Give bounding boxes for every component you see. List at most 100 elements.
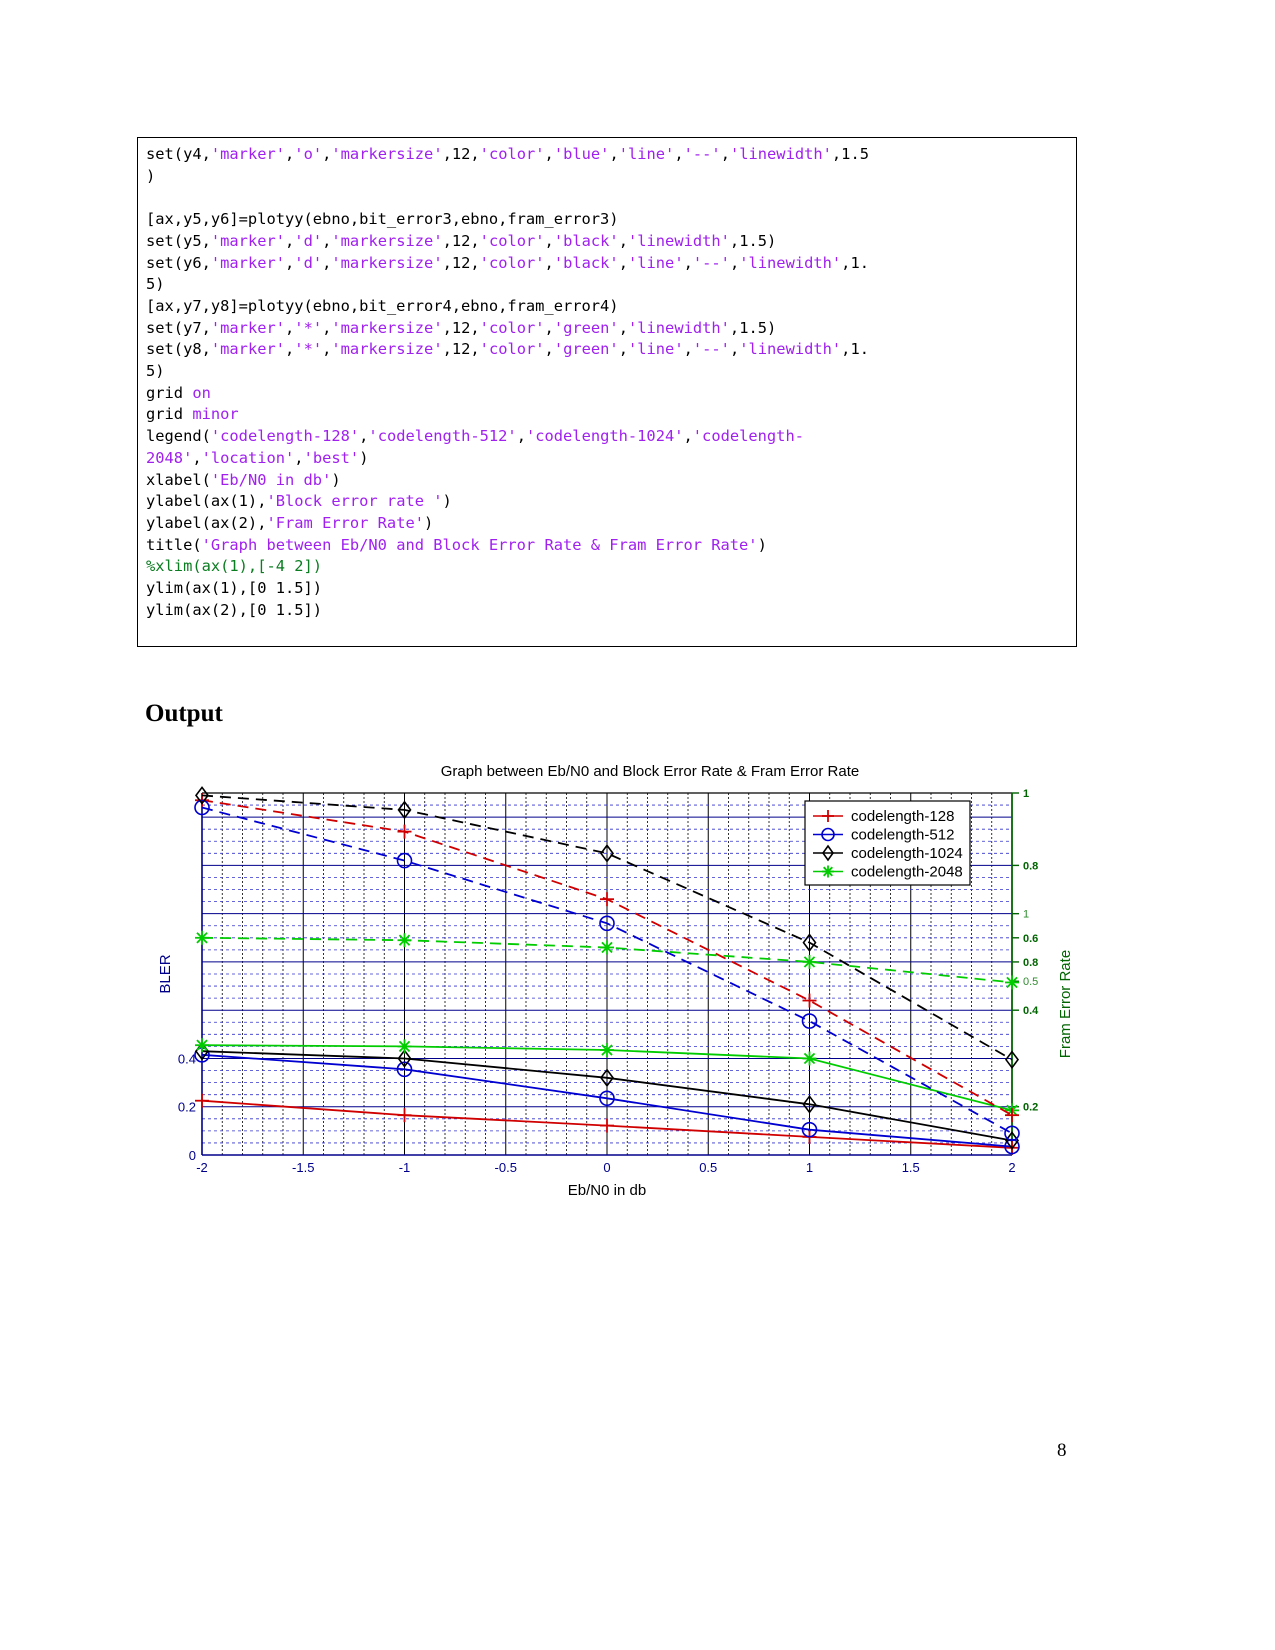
- code-token: ,: [285, 145, 295, 163]
- code-token: 'o': [294, 145, 323, 163]
- x-axis-tick-label: -2: [196, 1160, 208, 1175]
- code-token: set(y5,: [146, 231, 211, 250]
- series-marker: [1005, 975, 1019, 990]
- code-token: grid: [146, 383, 193, 402]
- code-token: '--': [692, 340, 730, 359]
- code-token: '*': [294, 340, 323, 359]
- code-token: 'd': [294, 231, 323, 250]
- code-token: ,: [729, 340, 740, 359]
- code-token: ,: [609, 145, 619, 163]
- code-token: ,: [683, 340, 693, 359]
- code-token: 'line': [627, 340, 684, 359]
- code-token: 5): [146, 275, 165, 294]
- code-token: ,: [322, 253, 332, 272]
- code-token: %xlim(ax(1),[-4 2]): [146, 557, 323, 576]
- series-marker: [195, 1093, 209, 1108]
- code-listing-text: set(y4,'marker','o','markersize',12,'col…: [146, 144, 1068, 621]
- code-token: 'marker': [210, 253, 286, 272]
- code-token: ,: [544, 253, 554, 272]
- code-token: ): [757, 535, 767, 554]
- legend-label: codelength-2048: [851, 864, 963, 881]
- code-token: 'markersize': [331, 318, 443, 337]
- code-token: 'location': [201, 448, 295, 467]
- right-axis-tick-label: 1: [1023, 788, 1029, 800]
- y-axis-tick-label: 0: [189, 1148, 196, 1163]
- code-token: ,1.5: [831, 145, 869, 163]
- y-axis-label: BLER: [157, 954, 174, 993]
- series-marker: [195, 930, 209, 945]
- code-token: 'color': [479, 231, 545, 250]
- code-token: 'codelength-1024': [525, 427, 684, 446]
- legend-label: codelength-512: [851, 827, 954, 844]
- code-token: title(: [146, 535, 202, 554]
- right-axis-tick-label: 0.8: [1023, 860, 1038, 872]
- code-token: 'codelength-: [692, 427, 804, 446]
- code-token: 'color': [479, 145, 545, 163]
- right-axis-tick-label: 1: [1023, 909, 1029, 921]
- code-token: ,: [294, 448, 304, 467]
- x-axis-tick-label: 0.5: [699, 1160, 717, 1175]
- code-token: ,: [322, 318, 332, 337]
- code-token: 'markersize': [331, 340, 443, 359]
- code-token: ,12,: [442, 253, 480, 272]
- code-token: grid: [146, 405, 193, 424]
- code-listing-box: set(y4,'marker','o','markersize',12,'col…: [137, 137, 1077, 647]
- code-token: 'Eb/N0 in db': [210, 470, 332, 489]
- series-marker: [600, 1043, 614, 1058]
- code-token: ylabel(ax(1),: [146, 492, 267, 511]
- code-token: [ax,y7,y8]=plotyy(ebno,bit_error4,ebno,f…: [146, 296, 619, 315]
- code-token: ): [146, 166, 156, 185]
- code-token: on: [192, 383, 211, 402]
- page-number: 8: [1057, 1440, 1067, 1461]
- code-token: ,: [544, 318, 554, 337]
- code-token: 'linewidth': [739, 253, 842, 272]
- code-token: xlabel(: [146, 470, 211, 489]
- code-token: 'green': [553, 318, 619, 337]
- series-marker: [397, 933, 412, 948]
- document-page: set(y4,'marker','o','markersize',12,'col…: [0, 0, 1275, 1650]
- code-token: [ax,y5,y6]=plotyy(ebno,bit_error3,ebno,f…: [146, 210, 619, 229]
- code-token: 'color': [479, 318, 545, 337]
- code-token: ,: [322, 340, 332, 359]
- code-token: 'linewidth': [729, 145, 832, 163]
- code-token: ,1.: [841, 253, 869, 272]
- code-token: 'color': [479, 253, 545, 272]
- code-token: ,12,: [442, 231, 480, 250]
- x-axis-tick-label: -0.5: [495, 1160, 517, 1175]
- code-token: 'green': [553, 340, 619, 359]
- code-token: ,: [618, 231, 628, 250]
- code-token: 'marker': [210, 318, 286, 337]
- code-token: ): [331, 470, 341, 489]
- code-token: 'codelength-128': [210, 427, 360, 446]
- code-token: ): [359, 448, 369, 467]
- code-token: ,: [516, 427, 526, 446]
- code-token: 'black': [553, 231, 619, 250]
- code-token: ,: [683, 427, 693, 446]
- right-axis-label: Fram Error Rate: [1057, 950, 1074, 1058]
- code-token: 'linewidth': [627, 318, 730, 337]
- code-token: ,: [544, 340, 554, 359]
- code-token: 'marker': [210, 145, 286, 163]
- code-token: 'Graph between Eb/N0 and Block Error Rat…: [201, 535, 758, 554]
- series-marker: [802, 954, 817, 969]
- code-token: ,: [720, 145, 730, 163]
- legend-marker-icon: [822, 865, 834, 878]
- code-token: ,12,: [442, 340, 480, 359]
- x-axis-tick-label: 2: [1008, 1160, 1015, 1175]
- code-token: ,: [192, 448, 202, 467]
- series-marker: [600, 892, 614, 907]
- code-token: ): [442, 492, 452, 511]
- y-axis-tick-label: 0.2: [178, 1100, 196, 1115]
- chart-plot-area: 0 0.2 0.4 -2 -1.5 -1 -0.5 0 0.5 1 1.5 2 1 0.8 1 0.6 0.8 0…: [157, 786, 1074, 1199]
- code-token: 'marker': [210, 231, 286, 250]
- code-token: ,1.5): [729, 318, 777, 337]
- code-token: legend(: [146, 427, 211, 446]
- y-axis-tick-label: 0.4: [178, 1051, 196, 1066]
- code-token: ,: [285, 340, 295, 359]
- code-token: '*': [294, 318, 323, 337]
- code-token: ,: [322, 231, 332, 250]
- code-token: ,: [618, 318, 628, 337]
- code-token: 'markersize': [331, 231, 443, 250]
- code-token: ,: [729, 253, 740, 272]
- code-token: set(y4,: [146, 145, 211, 163]
